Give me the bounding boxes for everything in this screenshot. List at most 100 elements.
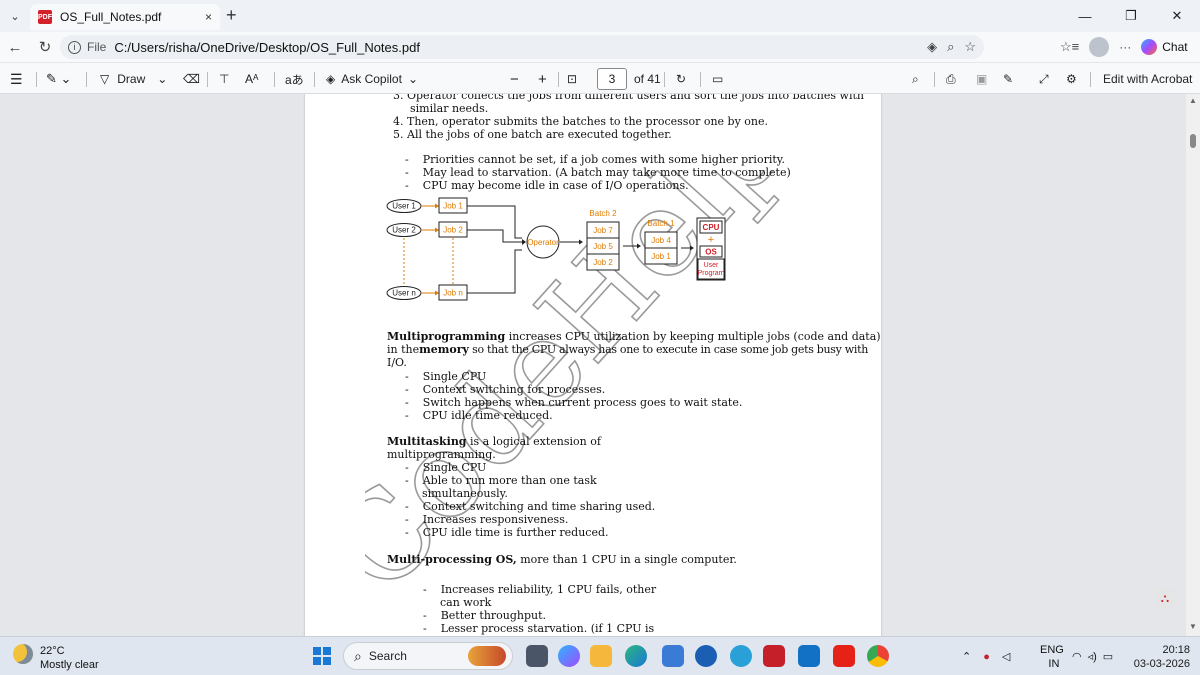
copilot-small-icon: ◈ (326, 72, 336, 86)
copilot-page-icon[interactable]: ◈ (927, 39, 937, 55)
more-menu-icon[interactable]: ··· (1119, 40, 1131, 54)
user-label: User n (392, 289, 416, 298)
term-bold: Multitasking (387, 435, 467, 448)
zoom-icon[interactable]: ⌕ (947, 39, 954, 55)
location-icon[interactable]: ◁ (1002, 650, 1010, 663)
outlook-icon[interactable] (798, 645, 820, 667)
fit-page-icon[interactable]: ⊡ (567, 63, 577, 95)
bullet-item: - Single CPU (405, 370, 487, 383)
user-label: User 1 (392, 202, 416, 211)
edit-with-acrobat-button[interactable]: Edit with Acrobat (1103, 63, 1192, 95)
hp-icon[interactable] (695, 645, 717, 667)
profile-avatar[interactable] (1089, 37, 1110, 57)
youtube-icon[interactable] (833, 645, 855, 667)
page-view-icon[interactable]: ▭ (712, 63, 723, 95)
taskbar-search[interactable]: ⌕ Search (343, 642, 513, 670)
tab-pdf[interactable]: PDF OS_Full_Notes.pdf × (30, 4, 220, 30)
zoom-in-button[interactable]: + (538, 63, 547, 95)
address-bar[interactable]: i File C:/Users/risha/OneDrive/Desktop/O… (60, 35, 984, 59)
job-label: Job 2 (443, 226, 463, 235)
print-icon[interactable]: ⎙ (946, 63, 956, 95)
weather-widget[interactable]: 22°C Mostly clear (40, 644, 99, 672)
batch-job-label: Job 2 (593, 258, 613, 267)
eraser-icon[interactable]: ⌫ (183, 63, 200, 95)
rotate-icon[interactable]: ↻ (676, 63, 686, 95)
list-item: 3. Operator collects the jobs from diffe… (393, 94, 864, 102)
scroll-down-icon[interactable]: ▼ (1189, 622, 1197, 631)
restore-icon[interactable]: ❐ (1108, 0, 1154, 32)
store-icon[interactable] (662, 645, 684, 667)
search-highlight-icon (468, 646, 506, 666)
bullet-item: simultaneously. (422, 487, 508, 500)
clock[interactable]: 20:18 03-03-2026 (1130, 643, 1190, 671)
copilot-icon (1141, 39, 1158, 55)
zoom-out-button[interactable]: − (510, 63, 519, 95)
draw-label: Draw (117, 72, 146, 86)
document-viewport[interactable]: CodeHelp 3. Operator collects the jobs f… (0, 94, 1200, 636)
info-icon[interactable]: i (68, 40, 81, 54)
list-text: similar needs. (410, 102, 489, 115)
batch-processing-diagram: User 1 User 2 User n Job 1 Job 2 Job n O… (386, 197, 726, 301)
batch-label: Batch 2 (589, 209, 617, 218)
settings-gear-icon[interactable]: ⚙ (1066, 63, 1077, 95)
bullet-item: - CPU idle time reduced. (405, 409, 553, 422)
scrollbar-thumb[interactable] (1190, 134, 1196, 148)
new-tab-button[interactable]: + (226, 6, 237, 24)
tab-close-icon[interactable]: × (205, 10, 212, 24)
address-url[interactable]: C:/Users/risha/OneDrive/Desktop/OS_Full_… (114, 40, 420, 55)
file-explorer-icon[interactable] (590, 645, 612, 667)
refresh-icon[interactable]: ↻ (30, 38, 60, 56)
quick-settings[interactable]: ◠ ◃) ▭ (1072, 637, 1113, 675)
fullscreen-icon[interactable]: ⤢ (1039, 63, 1049, 95)
paragraph-text: more than 1 CPU in a single computer. (516, 553, 737, 566)
batch-job-label: Job 4 (651, 236, 671, 245)
list-item: 4. Then, operator submits the batches to… (393, 115, 768, 128)
bullet-text: simultaneously. (422, 487, 508, 500)
help-icon[interactable] (730, 645, 752, 667)
antivirus-tray-icon[interactable]: ● (983, 651, 990, 663)
close-window-icon[interactable]: ✕ (1154, 0, 1200, 32)
draw-button[interactable]: ▽ Draw ⌄ (100, 63, 167, 95)
windows-start-icon[interactable] (313, 647, 331, 665)
back-icon[interactable]: ← (0, 39, 30, 56)
time: 20:18 (1162, 644, 1190, 656)
acrobat-icon[interactable]: ⛬ (1155, 588, 1175, 608)
pdf-toolbar: ☰ ✎ ⌄ ▽ Draw ⌄ ⌫ ⊤ Aᴬ aあ ◈ Ask Copilot ⌄ − +… (0, 62, 1200, 94)
vertical-scrollbar[interactable]: ▲ ▼ (1186, 94, 1200, 636)
save-as-icon[interactable]: ✎ (1003, 63, 1013, 95)
copilot-chat-button[interactable]: Chat (1141, 39, 1188, 55)
bullet-text: Switch happens when current process goes… (422, 396, 743, 409)
translate-icon[interactable]: aあ (285, 63, 304, 95)
ask-copilot-button[interactable]: ◈ Ask Copilot ⌄ (326, 63, 418, 95)
text-size-icon[interactable]: Aᴬ (245, 63, 258, 95)
copilot-app-icon[interactable] (558, 645, 580, 667)
text-box-icon[interactable]: ⊤ (219, 63, 229, 95)
tab-actions-chevron-icon[interactable]: ⌄ (0, 0, 30, 32)
task-view-icon[interactable] (526, 645, 548, 667)
batch-job-label: Job 5 (593, 242, 613, 251)
language-indicator[interactable]: ENG IN (1040, 637, 1064, 675)
scroll-up-icon[interactable]: ▲ (1189, 96, 1197, 105)
bullet-text: can work (440, 596, 492, 609)
term-bold: memory (419, 343, 469, 356)
minimize-icon[interactable]: — (1062, 0, 1108, 32)
save-icon[interactable]: ▣ (976, 63, 987, 95)
mcafee-icon[interactable] (763, 645, 785, 667)
bullet-text: May lead to starvation. (A batch may tak… (422, 166, 791, 179)
edge-browser-icon[interactable] (625, 645, 647, 667)
job-label: Job n (443, 289, 463, 298)
contents-icon[interactable]: ☰ (10, 63, 23, 95)
tray-expand-icon[interactable]: ⌃ (962, 650, 971, 663)
page-number-input[interactable]: 3 (597, 68, 627, 90)
bullet-item: - Switch happens when current process go… (405, 396, 743, 409)
favorite-star-icon[interactable]: ☆ (964, 39, 976, 55)
batch-job-label: Job 7 (593, 226, 613, 235)
favorites-list-icon[interactable]: ☆≡ (1060, 39, 1079, 55)
search-icon[interactable]: ⌕ (912, 63, 919, 95)
weather-moon-icon[interactable] (13, 644, 33, 664)
chrome-icon[interactable] (867, 645, 889, 667)
user-program-label: Program (698, 270, 725, 277)
bullet-text: Able to run more than one task (422, 474, 597, 487)
batch-label: Batch 1 (647, 219, 675, 228)
highlight-icon[interactable]: ✎ ⌄ (46, 63, 71, 95)
